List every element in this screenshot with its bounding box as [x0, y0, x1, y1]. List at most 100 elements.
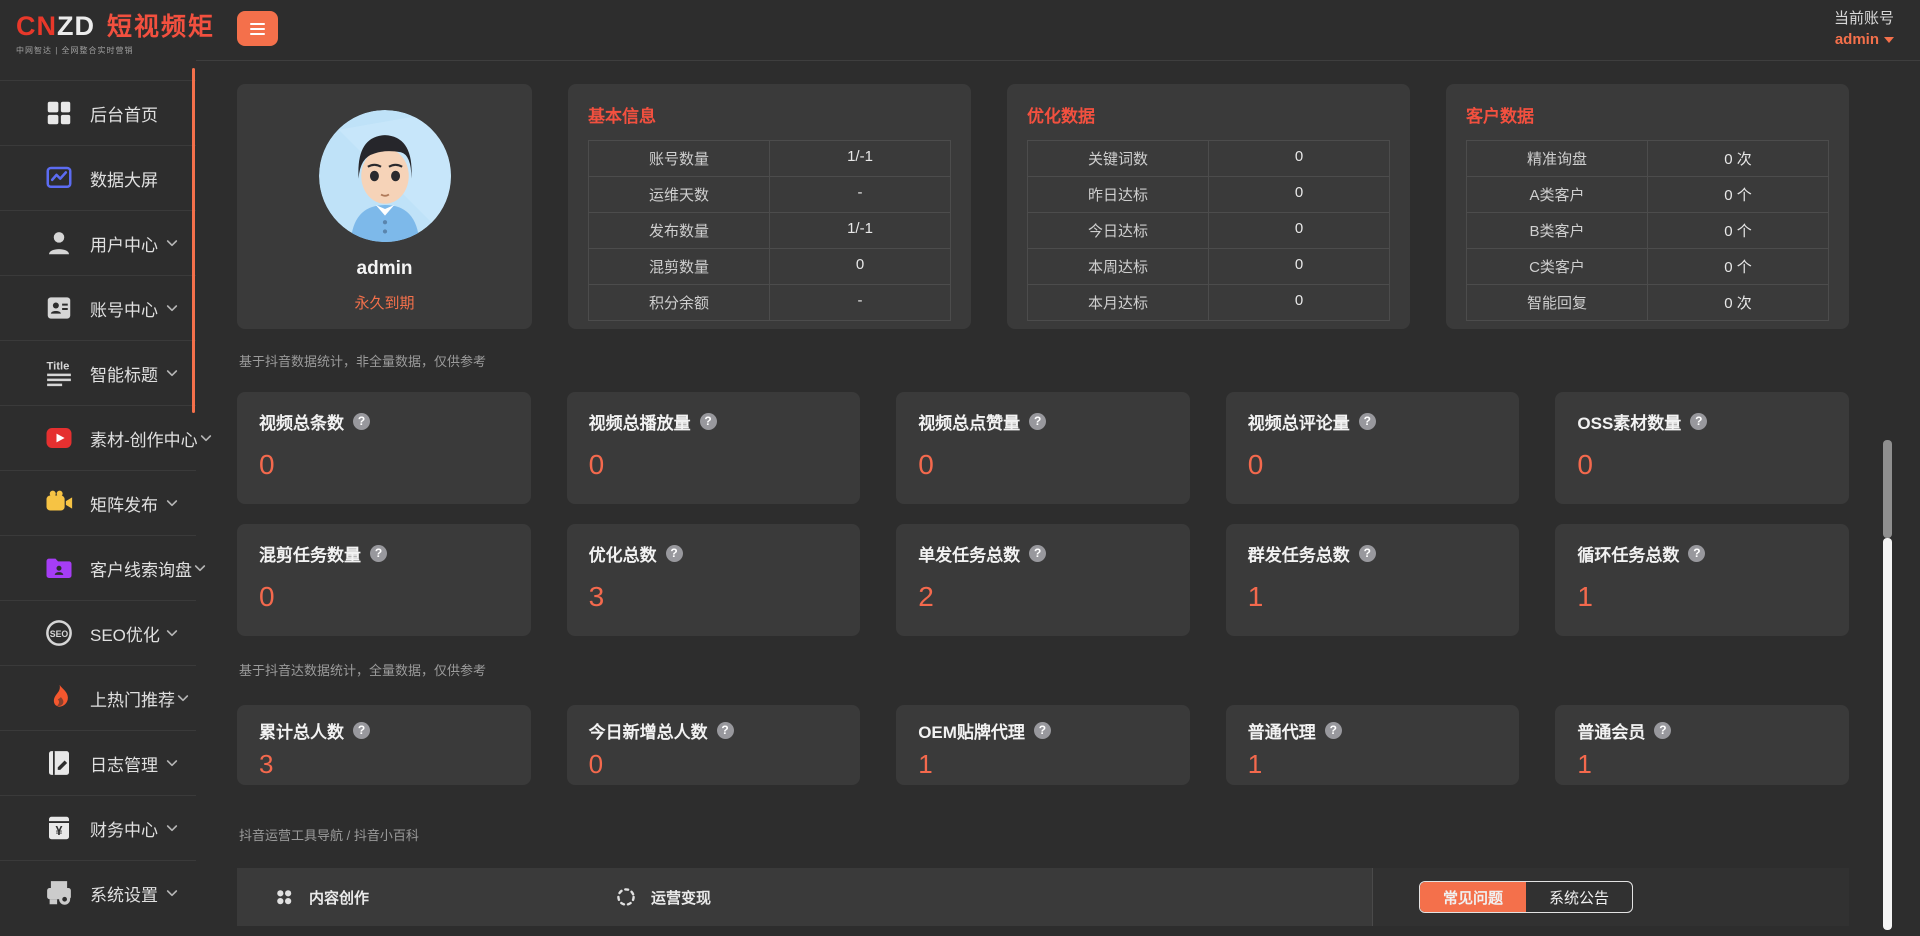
info-row-value: 0: [1209, 213, 1389, 248]
sidebar-scrollbar-thumb[interactable]: [192, 68, 195, 413]
stat-row-tasks: 混剪任务数量? 0 优化总数?3 单发任务总数?2 群发任务总数? 1 循环任务总数?1: [237, 524, 1849, 636]
overview-row: admin 永久到期 基本信息账号数量1/-1运维天数-发布数量1/-1混剪数量…: [237, 84, 1849, 329]
grid-dots-icon: [273, 886, 295, 908]
stat-card-label: OSS素材数量: [1577, 409, 1681, 434]
sidebar-item-6[interactable]: 素材-创作中心: [0, 405, 196, 470]
sidebar-item-13[interactable]: 系统设置: [0, 860, 196, 925]
help-icon[interactable]: ?: [1359, 413, 1376, 430]
title-lines-icon: Title: [44, 358, 74, 388]
menu-toggle-button[interactable]: [237, 11, 278, 46]
info-row-label: 智能回复: [1467, 285, 1648, 320]
sidebar-item-label: 财务中心: [90, 816, 164, 841]
sidebar-item-label: 上热门推荐: [90, 686, 175, 711]
help-icon[interactable]: ?: [666, 545, 683, 562]
help-icon[interactable]: ?: [1359, 545, 1376, 562]
stat-card: 普通会员?1: [1555, 705, 1849, 785]
sidebar-menu: 后台首页数据大屏用户中心账号中心Title智能标题素材-创作中心矩阵发布客户线索…: [0, 80, 196, 925]
stat-card-title: 累计总人数?: [259, 718, 509, 743]
info-card-title: 客户数据: [1466, 102, 1829, 127]
help-icon[interactable]: ?: [353, 722, 370, 739]
help-icon[interactable]: ?: [717, 722, 734, 739]
tab-faq[interactable]: 常见问题: [1420, 882, 1526, 912]
stat-card-label: 混剪任务数量: [259, 541, 361, 566]
info-table-row: 本月达标0: [1028, 284, 1389, 320]
hamburger-icon: [250, 23, 265, 25]
stat-card: 循环任务总数?1: [1555, 524, 1849, 636]
info-table-row: A类客户0 个: [1467, 176, 1828, 212]
account-area: 当前账号 admin: [1834, 7, 1894, 49]
tab-announcements[interactable]: 系统公告: [1526, 882, 1632, 912]
stat-card-value: 3: [259, 749, 509, 780]
info-row-value: 0 个: [1648, 213, 1828, 248]
bottom-nav-label: 内容创作: [309, 887, 369, 908]
stat-card-label: 视频总条数: [259, 409, 344, 434]
help-icon[interactable]: ?: [1688, 545, 1705, 562]
help-icon[interactable]: ?: [1034, 722, 1051, 739]
stat-card-label: 单发任务总数: [918, 541, 1020, 566]
chart-screen-icon: [44, 163, 74, 193]
stat-card-label: 普通会员: [1577, 718, 1645, 743]
stat-card-label: 视频总点赞量: [918, 409, 1020, 434]
stat-card-value: 1: [918, 749, 1168, 780]
stat-card-value: 0: [259, 581, 509, 613]
sidebar-item-8[interactable]: 客户线索询盘: [0, 535, 196, 600]
info-row-value: 0 次: [1648, 285, 1828, 320]
info-table-row: 本周达标0: [1028, 248, 1389, 284]
help-icon[interactable]: ?: [700, 413, 717, 430]
info-table-row: 昨日达标0: [1028, 176, 1389, 212]
sidebar-item-7[interactable]: 矩阵发布: [0, 470, 196, 535]
help-icon[interactable]: ?: [370, 545, 387, 562]
info-row-label: 运维天数: [589, 177, 770, 212]
info-table-row: 账号数量1/-1: [589, 141, 950, 176]
sidebar-item-5[interactable]: Title智能标题: [0, 340, 196, 405]
topbar: CNZD 短视频矩 中网智达 | 全网整合实时营销 当前账号 admin: [0, 0, 1920, 60]
sidebar-item-4[interactable]: 账号中心: [0, 275, 196, 340]
stat-card-title: 视频总条数?: [259, 409, 509, 434]
info-row-value: 0: [1209, 249, 1389, 284]
stat-card-title: 普通会员?: [1577, 718, 1827, 743]
chevron-down-icon: [175, 690, 191, 706]
help-icon[interactable]: ?: [1654, 722, 1671, 739]
content-scrollbar-thumb[interactable]: [1883, 440, 1892, 538]
sidebar-item-10[interactable]: 上热门推荐: [0, 665, 196, 730]
stat-row-members: 累计总人数?3今日新增总人数?0OEM贴牌代理?1普通代理?1普通会员?1: [237, 705, 1849, 785]
sidebar-item-2[interactable]: 数据大屏: [0, 145, 196, 210]
info-row-value: 0 次: [1648, 141, 1828, 176]
info-row-label: 本月达标: [1028, 285, 1209, 320]
help-icon[interactable]: ?: [1690, 413, 1707, 430]
stat-card-title: 视频总播放量?: [589, 409, 839, 434]
stat-card: OEM贴牌代理?1: [896, 705, 1190, 785]
bottom-nav-1[interactable]: 内容创作: [273, 886, 369, 908]
info-table-row: 发布数量1/-1: [589, 212, 950, 248]
help-icon[interactable]: ?: [1029, 413, 1046, 430]
help-icon[interactable]: ?: [1325, 722, 1342, 739]
stat-card: 单发任务总数?2: [896, 524, 1190, 636]
id-card-icon: [44, 293, 74, 323]
chevron-down-icon: [164, 625, 180, 641]
info-table: 关键词数0昨日达标0今日达标0本周达标0本月达标0: [1027, 140, 1390, 321]
chevron-down-icon: [164, 235, 180, 251]
page-scrollbar-thumb[interactable]: [1883, 538, 1892, 930]
sidebar-item-1[interactable]: 后台首页: [0, 80, 196, 145]
sidebar-item-3[interactable]: 用户中心: [0, 210, 196, 275]
help-icon[interactable]: ?: [353, 413, 370, 430]
stat-card-title: 视频总评论量?: [1248, 409, 1498, 434]
chevron-down-icon: [164, 365, 180, 381]
stat-card-title: 混剪任务数量?: [259, 541, 509, 566]
sidebar-item-label: 用户中心: [90, 231, 164, 256]
video-camera-icon: [44, 488, 74, 518]
stat-card-title: 普通代理?: [1248, 718, 1498, 743]
sidebar-item-12[interactable]: ¥财务中心: [0, 795, 196, 860]
help-icon[interactable]: ?: [1029, 545, 1046, 562]
account-dropdown[interactable]: admin: [1835, 31, 1894, 48]
stat-card-value: 0: [1248, 449, 1498, 481]
logo-text-cn: CN: [16, 11, 57, 42]
stat-card-label: 循环任务总数: [1577, 541, 1679, 566]
bottom-nav-2[interactable]: 运营变现: [615, 886, 711, 908]
sidebar-item-11[interactable]: 日志管理: [0, 730, 196, 795]
stat-card-label: 群发任务总数: [1248, 541, 1350, 566]
stat-card-value: 1: [1248, 581, 1498, 613]
stat-card: 优化总数?3: [567, 524, 861, 636]
stat-card-title: 视频总点赞量?: [918, 409, 1168, 434]
sidebar-item-9[interactable]: SEOSEO优化: [0, 600, 196, 665]
